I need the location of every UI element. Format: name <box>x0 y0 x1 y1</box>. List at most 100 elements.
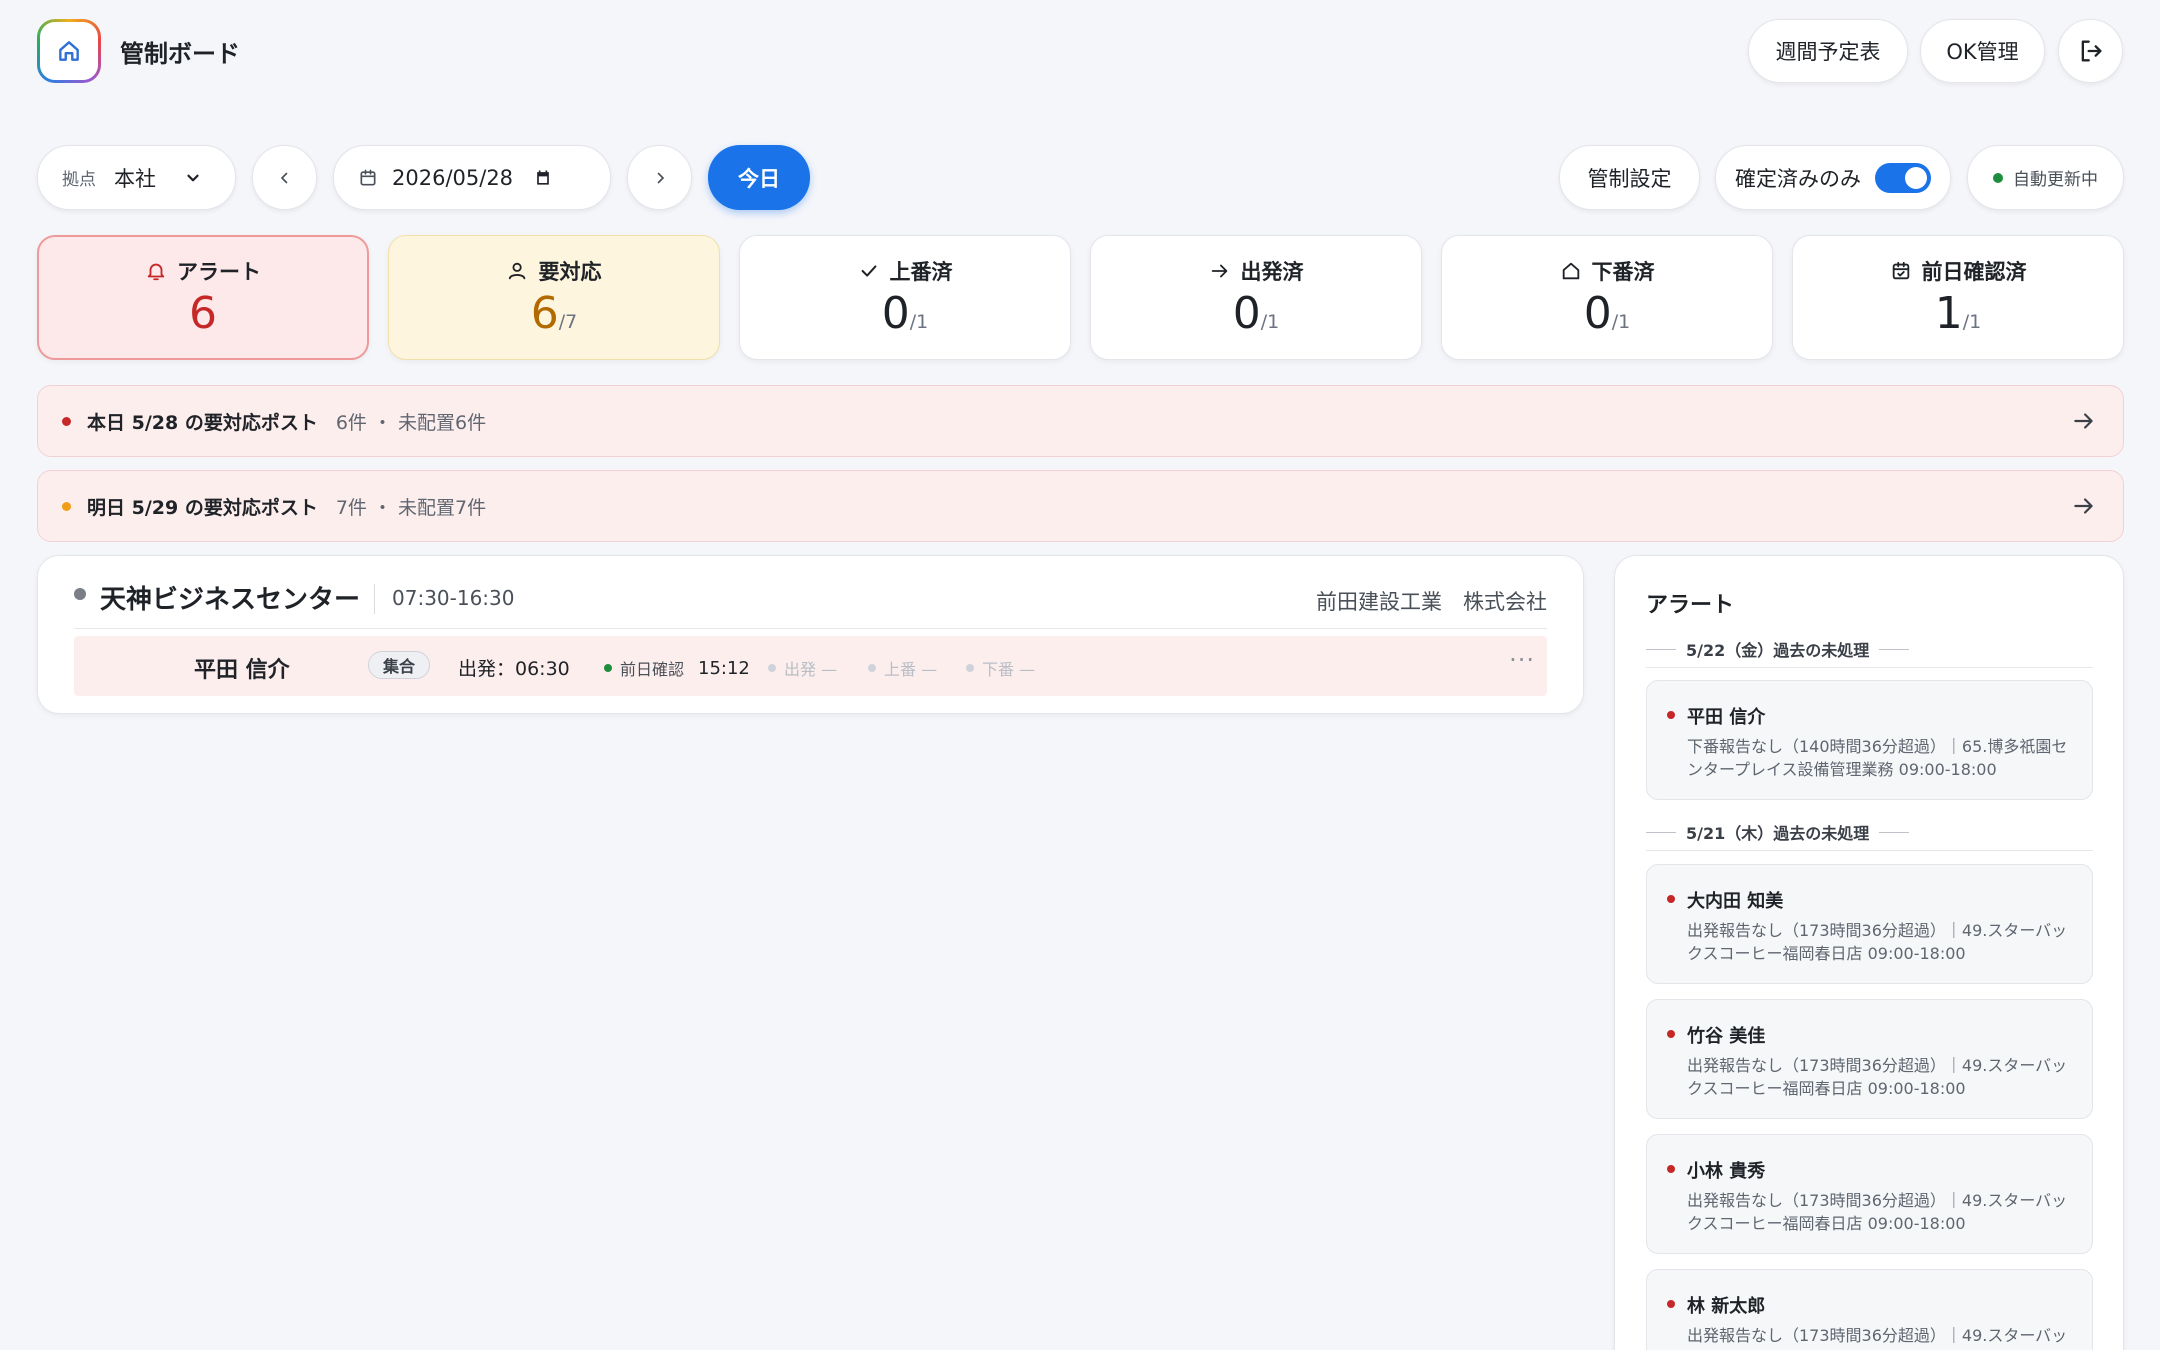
staff-name: 平田 信介 <box>194 658 290 683</box>
control-settings-button[interactable]: 管制設定 <box>1559 145 1700 210</box>
on-duty-status-label: 上番 — <box>884 660 938 679</box>
stat-value: 0 <box>1232 288 1261 340</box>
banner-title: 明日 5/29 の要対応ポスト <box>87 496 318 519</box>
date-value: 2026/05/28 <box>392 165 514 190</box>
panel-title: アラート <box>1646 593 1735 618</box>
alert-group-heading: 5/22（金）過去の未処理 <box>1646 637 2093 661</box>
arrow-right-icon <box>1211 264 1227 278</box>
date-picker-icon[interactable] <box>533 168 553 188</box>
chevron-left-icon <box>280 172 287 183</box>
status-dot <box>1993 172 2003 183</box>
logout-icon <box>2081 40 2101 62</box>
alert-description: 出発報告なし（173時間36分超過）｜49.スターバックスコーヒー福岡春日店 0… <box>1687 1326 2068 1350</box>
site-client: 前田建設工業 株式会社 <box>1316 590 1547 614</box>
alert-description: 下番報告なし（140時間36分超過）｜65.博多祇園センタープレイス設備管理業務… <box>1687 737 2068 779</box>
arrow-right-icon <box>2074 413 2093 429</box>
stat-label: 下番済 <box>1591 260 1655 285</box>
logout-button[interactable] <box>2058 19 2123 83</box>
stat-value: 6 <box>189 288 217 340</box>
date-field[interactable]: 2026/05/28 <box>333 145 611 210</box>
divider <box>1646 667 2093 668</box>
stat-total: /1 <box>1611 311 1631 334</box>
stat-card-on-duty[interactable]: 上番済 0/1 <box>739 235 1071 360</box>
site-time: 07:30-16:30 <box>392 586 515 610</box>
weekly-schedule-button[interactable]: 週間予定表 <box>1748 19 1908 83</box>
stat-label: 前日確認済 <box>1921 260 2027 285</box>
status-dot <box>768 664 776 672</box>
site-status-dot <box>74 588 86 600</box>
departure-time: 出発：06:30 <box>458 658 570 680</box>
stat-card-off-duty[interactable]: 下番済 0/1 <box>1441 235 1773 360</box>
banner-summary: 7件 ・ 未配置7件 <box>335 496 487 519</box>
prev-check-status: 前日確認 15:12 <box>604 656 750 680</box>
chevron-down-icon <box>187 174 199 181</box>
alert-name: 林 新太郎 <box>1687 1296 1766 1317</box>
stat-label: 上番済 <box>889 260 953 285</box>
calendar-icon <box>360 169 376 185</box>
stat-value: 6 <box>530 288 559 340</box>
toggle-switch[interactable] <box>1875 162 1931 193</box>
stat-total: /1 <box>909 311 929 334</box>
staff-row[interactable]: 平田 信介 集合 出発：06:30 前日確認 15:12 出発 — 上番 — 下… <box>74 636 1547 696</box>
stat-label: 出発済 <box>1240 260 1304 285</box>
auto-refresh-label: 自動更新中 <box>2013 170 2098 190</box>
stat-card-attention[interactable]: 要対応 6/7 <box>388 235 720 360</box>
status-dot <box>966 664 974 672</box>
status-dot <box>1667 711 1675 719</box>
status-dot <box>1667 1030 1675 1038</box>
base-select[interactable]: 拠点 本社 <box>37 145 236 210</box>
today-attention-banner[interactable]: 本日 5/28 の要対応ポスト 6件 ・ 未配置6件 <box>37 385 2124 457</box>
home-icon <box>59 41 79 61</box>
gather-tag: 集合 <box>368 651 431 679</box>
divider <box>374 584 375 614</box>
base-label: 拠点 <box>62 170 96 190</box>
page-title: 管制ボード <box>120 40 240 68</box>
bell-icon <box>147 264 165 281</box>
prev-day-button[interactable] <box>252 145 317 210</box>
status-dot <box>1667 895 1675 903</box>
status-dot <box>1667 1165 1675 1173</box>
calendar-check-icon <box>1892 262 1909 280</box>
prev-check-time: 15:12 <box>698 657 750 679</box>
tomorrow-attention-banner[interactable]: 明日 5/29 の要対応ポスト 7件 ・ 未配置7件 <box>37 470 2124 542</box>
status-dot <box>62 416 71 426</box>
alert-item[interactable]: 林 新太郎 出発報告なし（173時間36分超過）｜49.スターバックスコーヒー福… <box>1646 1269 2093 1350</box>
stat-card-prev-day-confirmed[interactable]: 前日確認済 1/1 <box>1792 235 2124 360</box>
confirmed-only-toggle[interactable]: 確定済みのみ <box>1715 145 1951 210</box>
alert-description: 出発報告なし（173時間36分超過）｜49.スターバックスコーヒー福岡春日店 0… <box>1687 921 2068 963</box>
site-name[interactable]: 天神ビジネスセンター <box>100 579 360 616</box>
next-day-button[interactable] <box>627 145 692 210</box>
stat-value: 1 <box>1934 288 1963 340</box>
alert-name: 小林 貴秀 <box>1687 1161 1766 1182</box>
person-icon <box>508 263 525 280</box>
depart-status: 出発 — <box>768 656 837 680</box>
alert-item[interactable]: 竹谷 美佳 出発報告なし（173時間36分超過）｜49.スターバックスコーヒー福… <box>1646 999 2093 1119</box>
stat-value: 0 <box>881 288 910 340</box>
off-duty-status-label: 下番 — <box>982 660 1036 679</box>
confirmed-only-label: 確定済みのみ <box>1735 166 1861 191</box>
alert-name: 大内田 知美 <box>1687 891 1784 912</box>
status-dot <box>868 664 876 672</box>
depart-status-label: 出発 — <box>784 660 838 679</box>
home-icon <box>1562 263 1579 280</box>
divider <box>1646 850 2093 851</box>
off-duty-status: 下番 — <box>966 656 1035 680</box>
ok-manage-button[interactable]: OK管理 <box>1920 19 2045 83</box>
alert-panel: アラート 5/22（金）過去の未処理 平田 信介 下番報告なし（140時間36分… <box>1614 555 2124 1350</box>
base-value: 本社 <box>114 166 156 191</box>
on-duty-status: 上番 — <box>868 656 937 680</box>
more-options-button[interactable]: ··· <box>1509 646 1535 674</box>
alert-description: 出発報告なし（173時間36分超過）｜49.スターバックスコーヒー福岡春日店 0… <box>1687 1191 2068 1233</box>
alert-item[interactable]: 平田 信介 下番報告なし（140時間36分超過）｜65.博多祇園センタープレイス… <box>1646 680 2093 800</box>
app-logo <box>37 19 101 83</box>
check-icon <box>861 265 876 277</box>
site-card: 天神ビジネスセンター 07:30-16:30 前田建設工業 株式会社 平田 信介… <box>37 555 1584 714</box>
today-button[interactable]: 今日 <box>708 145 810 210</box>
auto-refresh-status: 自動更新中 <box>1967 145 2124 210</box>
alert-item[interactable]: 大内田 知美 出発報告なし（173時間36分超過）｜49.スターバックスコーヒー… <box>1646 864 2093 984</box>
alert-description: 出発報告なし（173時間36分超過）｜49.スターバックスコーヒー福岡春日店 0… <box>1687 1056 2068 1098</box>
stat-card-alert[interactable]: アラート 6 <box>37 235 369 360</box>
status-dot <box>62 501 71 511</box>
stat-card-departed[interactable]: 出発済 0/1 <box>1090 235 1422 360</box>
alert-item[interactable]: 小林 貴秀 出発報告なし（173時間36分超過）｜49.スターバックスコーヒー福… <box>1646 1134 2093 1254</box>
